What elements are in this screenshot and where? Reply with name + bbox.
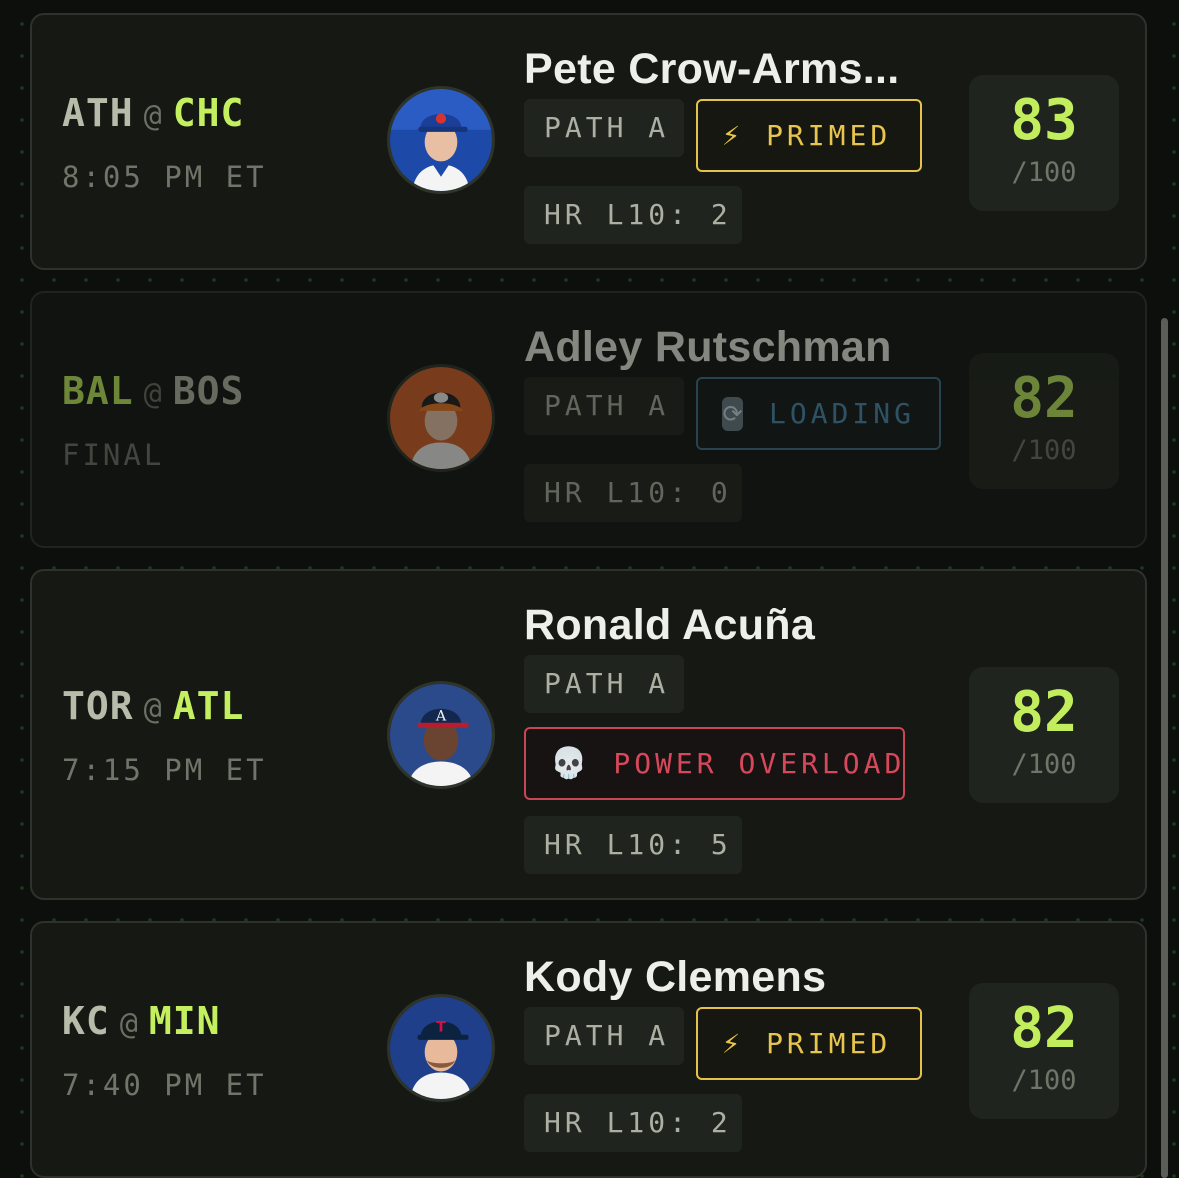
away-team: KC: [62, 999, 110, 1043]
home-team: CHC: [172, 91, 245, 135]
player-avatar: T: [387, 994, 495, 1102]
status-badge: ⚡ PRIMED: [696, 99, 922, 172]
score-max: /100: [1011, 157, 1077, 188]
home-team: ATL: [172, 684, 245, 728]
score-value: 82: [1010, 366, 1078, 431]
game-card[interactable]: TOR @ ATL 7:15 PM ET A Ronald Acuña PATH A…: [30, 569, 1147, 900]
hr-chip: HR L10: 2: [524, 1094, 742, 1152]
path-chip: PATH A: [524, 1007, 684, 1065]
at-sign: @: [143, 99, 163, 134]
player-avatar: [387, 364, 495, 472]
game-card[interactable]: BAL @ BOS FINAL Adley Rutschman PATH A ⟳ LO…: [30, 291, 1147, 548]
home-team: MIN: [148, 999, 221, 1043]
player-name: Adley Rutschman: [524, 323, 892, 371]
player-name: Ronald Acuña: [524, 601, 816, 649]
path-chip: PATH A: [524, 655, 684, 713]
matchup: KC @ MIN: [62, 999, 220, 1043]
score-value: 83: [1010, 88, 1078, 153]
score-box: 82 /100: [969, 667, 1119, 803]
player-name: Kody Clemens: [524, 953, 827, 1001]
lightning-icon: ⚡: [722, 1026, 741, 1061]
game-card[interactable]: ATH @ CHC 8:05 PM ET Pete Crow-Arms... PAT…: [30, 13, 1147, 270]
refresh-icon: ⟳: [722, 396, 743, 431]
score-value: 82: [1010, 996, 1078, 1061]
path-chip: PATH A: [524, 377, 684, 435]
score-max: /100: [1011, 435, 1077, 466]
game-status: FINAL: [62, 438, 165, 472]
matchup: BAL @ BOS: [62, 369, 244, 413]
score-max: /100: [1011, 749, 1077, 780]
status-label: LOADING: [768, 397, 915, 430]
hr-chip: HR L10: 2: [524, 186, 742, 244]
player-avatar: [387, 86, 495, 194]
matchup: ATH @ CHC: [62, 91, 244, 135]
home-team: BOS: [172, 369, 245, 413]
away-team: TOR: [62, 684, 134, 728]
at-sign: @: [143, 377, 163, 412]
away-team: BAL: [62, 369, 134, 413]
lightning-icon: ⚡: [722, 118, 741, 153]
matchup: TOR @ ATL: [62, 684, 244, 728]
game-time: 8:05 PM ET: [62, 160, 267, 194]
score-value: 82: [1010, 680, 1078, 745]
svg-text:T: T: [436, 1020, 446, 1036]
game-card[interactable]: KC @ MIN 7:40 PM ET T Kody Clemens PATH A …: [30, 921, 1147, 1178]
away-team: ATH: [62, 91, 134, 135]
player-name: Pete Crow-Arms...: [524, 45, 900, 93]
scrollbar[interactable]: [1161, 318, 1168, 1178]
status-label: POWER OVERLOAD: [613, 747, 906, 780]
score-box: 83 /100: [969, 75, 1119, 211]
status-badge: 💀 POWER OVERLOAD: [524, 727, 905, 800]
hr-chip: HR L10: 5: [524, 816, 742, 874]
at-sign: @: [119, 1007, 139, 1042]
game-time: 7:15 PM ET: [62, 753, 267, 787]
score-max: /100: [1011, 1065, 1077, 1096]
hr-chip: HR L10: 0: [524, 464, 742, 522]
score-box: 82 /100: [969, 983, 1119, 1119]
svg-text:A: A: [435, 709, 447, 725]
status-label: PRIMED: [766, 119, 892, 152]
player-avatar: A: [387, 681, 495, 789]
status-badge: ⟳ LOADING: [696, 377, 941, 450]
at-sign: @: [143, 692, 163, 727]
status-label: PRIMED: [766, 1027, 892, 1060]
status-badge: ⚡ PRIMED: [696, 1007, 922, 1080]
game-list: ATH @ CHC 8:05 PM ET Pete Crow-Arms... PAT…: [0, 0, 1179, 1178]
path-chip: PATH A: [524, 99, 684, 157]
skull-icon: 💀: [550, 746, 588, 781]
score-box: 82 /100: [969, 353, 1119, 489]
game-time: 7:40 PM ET: [62, 1068, 267, 1102]
